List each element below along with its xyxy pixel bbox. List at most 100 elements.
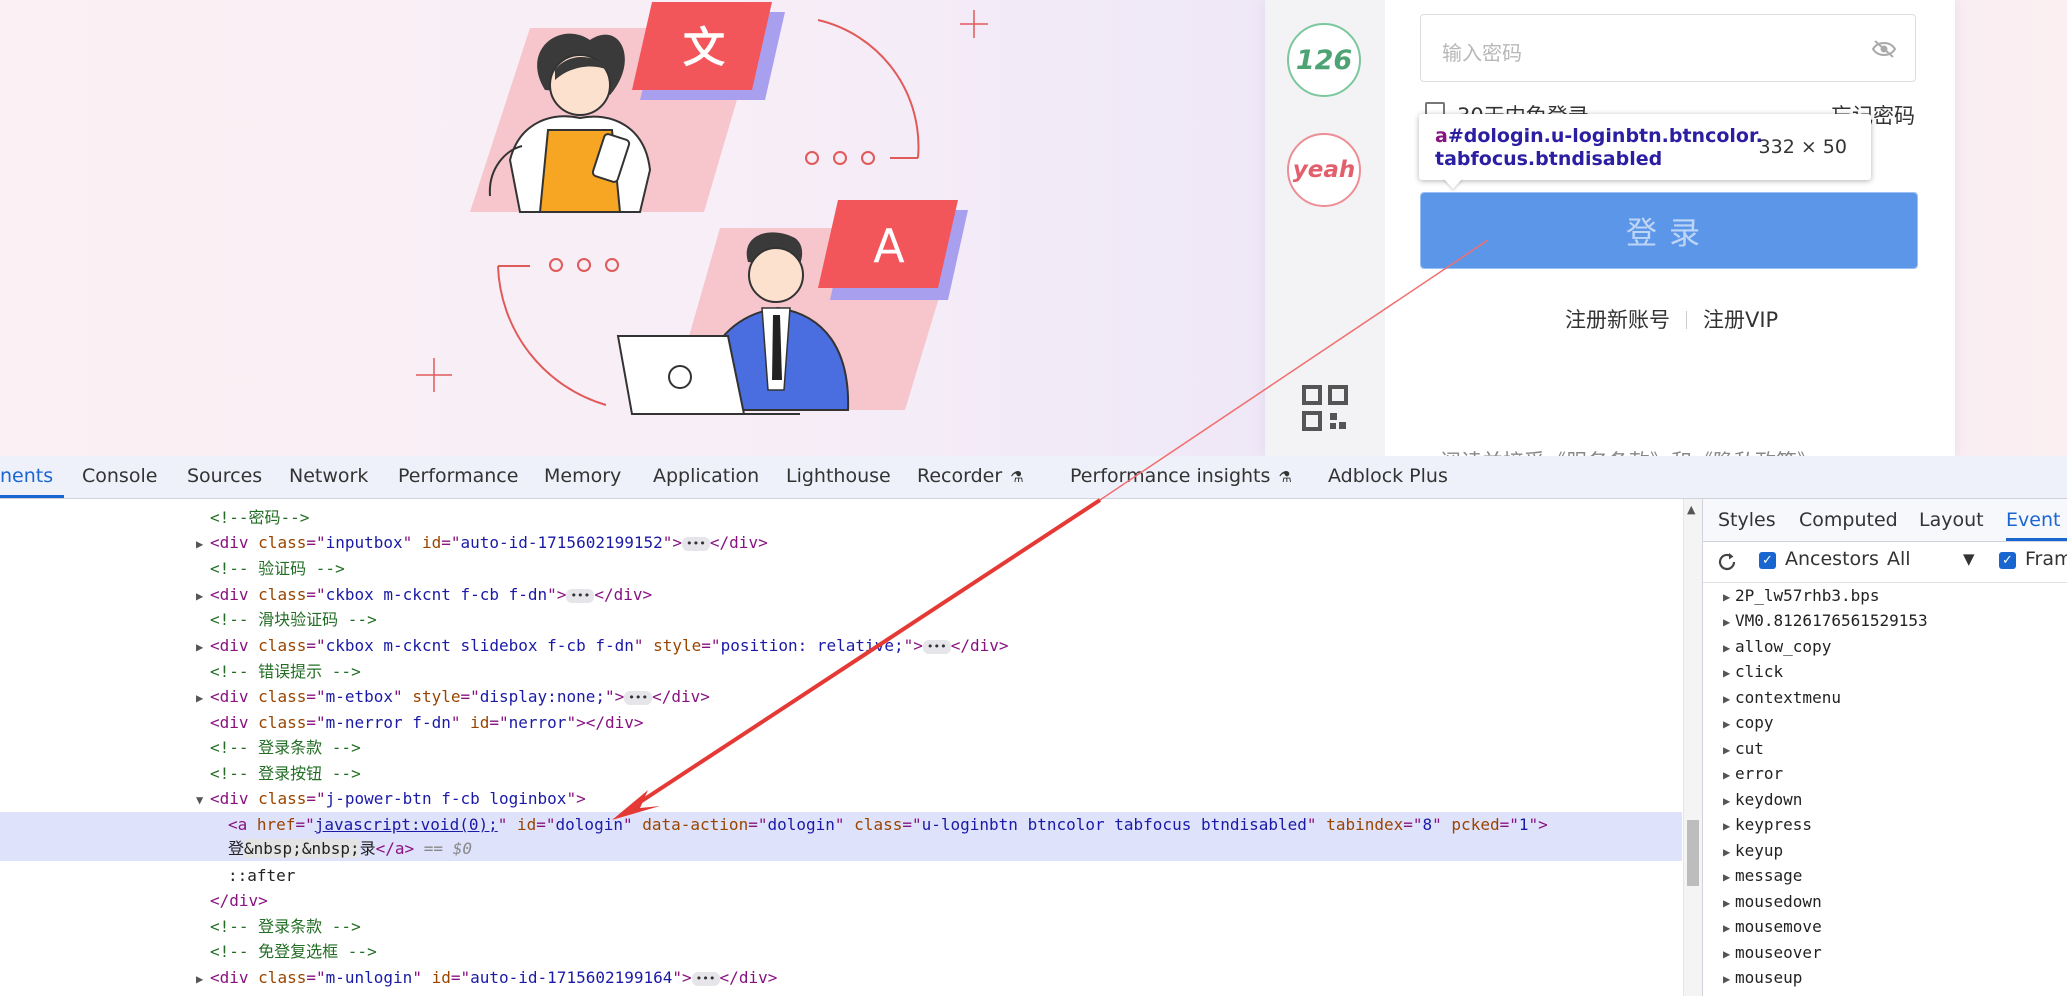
expand-triangle-icon[interactable]: ▶ <box>196 532 210 557</box>
tab-network[interactable]: Network <box>289 456 368 498</box>
expand-triangle-icon[interactable]: ▶ <box>196 967 210 992</box>
expand-triangle-icon[interactable]: ▶ <box>1723 942 1735 967</box>
ellipsis-icon[interactable]: ••• <box>624 691 653 705</box>
tab-styles[interactable]: Styles <box>1718 499 1776 541</box>
ellipsis-icon[interactable]: ••• <box>691 972 720 986</box>
dom-comment[interactable]: <!-- 免登复选框 --> <box>210 939 377 964</box>
dom-node-etbox[interactable]: ▶ <div class="m-etbox" style="display:non… <box>196 684 710 709</box>
dom-comment[interactable]: <!-- 登录按钮 --> <box>210 761 361 786</box>
event-item[interactable]: ▶ mousemove <box>1723 914 1822 939</box>
tab-console[interactable]: Console <box>82 456 157 498</box>
dropdown-arrow-icon[interactable]: ▼ <box>1963 550 1975 568</box>
filter-select[interactable]: All <box>1887 548 1911 570</box>
dom-comment[interactable]: <!-- 滑块验证码 --> <box>210 607 377 632</box>
devtools-side-pane: Styles Computed Layout Event L ✓ Ancesto… <box>1702 499 2067 996</box>
href-link[interactable]: javascript:void(0); <box>315 815 498 834</box>
ellipsis-icon[interactable]: ••• <box>566 589 595 603</box>
expand-triangle-icon[interactable]: ▶ <box>196 584 210 609</box>
mail-yeah-logo[interactable]: yeah <box>1287 133 1361 207</box>
event-item[interactable]: ▶ mousedown <box>1723 889 1822 914</box>
register-account-link[interactable]: 注册新账号 <box>1565 308 1670 332</box>
expand-triangle-icon[interactable]: ▶ <box>196 686 210 711</box>
event-item[interactable]: ▶ error <box>1723 761 1783 786</box>
dom-node-nerror[interactable]: <div class="m-nerror f-dn" id="nerror"><… <box>210 710 644 735</box>
event-item[interactable]: ▶ click <box>1723 659 1783 684</box>
expand-triangle-icon[interactable]: ▶ <box>1723 789 1735 814</box>
dom-node-dologin-text[interactable]: 登&nbsp;&nbsp;录</a> == $0 <box>0 836 1682 861</box>
event-item[interactable]: ▶ mouseup <box>1723 965 1802 990</box>
expand-triangle-icon[interactable]: ▶ <box>1723 865 1735 890</box>
dom-node-ckbox[interactable]: ▶ <div class="ckbox m-ckcnt f-cb f-dn"> ••… <box>196 582 652 607</box>
dom-node-inputbox[interactable]: ▶ <div class="inputbox" id="auto-id-17156… <box>196 530 768 555</box>
tab-layout[interactable]: Layout <box>1919 499 1984 541</box>
ancestors-checkbox[interactable]: ✓ <box>1759 552 1776 569</box>
experimental-flask-icon: ⚗ <box>1010 468 1024 486</box>
expand-triangle-icon[interactable]: ▶ <box>1723 763 1735 788</box>
tab-sources[interactable]: Sources <box>187 456 262 498</box>
expand-triangle-icon[interactable]: ▶ <box>1723 687 1735 712</box>
tab-lighthouse[interactable]: Lighthouse <box>786 456 891 498</box>
login-button[interactable]: 登录 <box>1420 192 1918 269</box>
dom-node-slidebox[interactable]: ▶ <div class="ckbox m-ckcnt slidebox f-cb… <box>196 633 1009 658</box>
event-item[interactable]: ▶ copy <box>1723 710 1774 735</box>
tab-elements[interactable]: nents <box>0 456 64 498</box>
event-item[interactable]: ▶ keypress <box>1723 812 1812 837</box>
event-item[interactable]: ▶ keyup <box>1723 838 1783 863</box>
dom-comment[interactable]: <!-- 错误提示 --> <box>210 659 361 684</box>
event-item[interactable]: ▶ mouseover <box>1723 940 1822 965</box>
expand-triangle-icon[interactable]: ▶ <box>1723 840 1735 865</box>
tab-application[interactable]: Application <box>653 456 759 498</box>
expand-triangle-icon[interactable]: ▶ <box>1723 967 1735 992</box>
tab-performance[interactable]: Performance <box>398 456 518 498</box>
tab-performance-insights[interactable]: Performance insights ⚗ <box>1070 456 1292 498</box>
elements-scrollbar[interactable]: ▲ <box>1683 499 1702 996</box>
dom-node-unlogin[interactable]: ▶ <div class="m-unlogin" id="auto-id-1715… <box>196 965 777 990</box>
refresh-icon[interactable] <box>1716 551 1738 573</box>
framework-checkbox[interactable]: ✓ <box>1999 552 2016 569</box>
dom-close-div[interactable]: </div> <box>210 888 268 913</box>
expand-triangle-icon[interactable]: ▶ <box>196 635 210 660</box>
dom-comment[interactable]: <!--密码--> <box>210 505 309 530</box>
hide-password-eye-icon[interactable] <box>1871 39 1897 59</box>
expand-triangle-icon[interactable]: ▶ <box>1723 661 1735 686</box>
event-item[interactable]: ▶ contextmenu <box>1723 685 1841 710</box>
tooltip-selector-text: #dologin.u-loginbtn.btncolor.tabfocus.bt… <box>1435 125 1763 170</box>
tab-computed[interactable]: Computed <box>1799 499 1898 541</box>
expand-triangle-icon[interactable]: ▶ <box>1723 814 1735 839</box>
tab-adblock-plus[interactable]: Adblock Plus <box>1328 456 1448 498</box>
event-item[interactable]: ▶ keydown <box>1723 787 1802 812</box>
tab-event-listeners[interactable]: Event L <box>2006 499 2067 541</box>
scroll-up-icon[interactable]: ▲ <box>1687 503 1695 516</box>
elements-dom-tree[interactable]: <!--密码--> ▶ <div class="inputbox" id="aut… <box>0 499 1682 996</box>
event-item[interactable]: ▶ message <box>1723 863 1802 888</box>
password-input[interactable]: 输入密码 <box>1420 14 1916 82</box>
expand-triangle-icon[interactable]: ▶ <box>1723 738 1735 763</box>
event-item[interactable]: ▶ allow_copy <box>1723 634 1831 659</box>
scrollbar-thumb[interactable] <box>1687 820 1699 886</box>
tab-recorder[interactable]: Recorder ⚗ <box>917 456 1024 498</box>
tab-memory[interactable]: Memory <box>544 456 621 498</box>
mail-126-logo[interactable]: 126 <box>1287 23 1361 97</box>
experimental-flask-icon: ⚗ <box>1278 468 1292 486</box>
register-vip-link[interactable]: 注册VIP <box>1703 308 1778 332</box>
dom-node-power-btn[interactable]: ▼ <div class="j-power-btn f-cb loginbox"> <box>196 786 586 811</box>
event-item[interactable]: ▶ VM0.8126176561529153 <box>1723 608 1928 633</box>
event-item[interactable]: ▶ cut <box>1723 736 1764 761</box>
devtools-panel: nents Console Sources Network Performanc… <box>0 456 2067 996</box>
expand-triangle-icon[interactable]: ▶ <box>1723 916 1735 941</box>
expand-triangle-icon[interactable]: ▶ <box>1723 585 1735 610</box>
dom-pseudo-after[interactable]: ::after <box>228 863 295 888</box>
dom-comment[interactable]: <!-- 验证码 --> <box>210 556 345 581</box>
ellipsis-icon[interactable]: ••• <box>922 640 951 654</box>
collapse-triangle-icon[interactable]: ▼ <box>196 788 210 813</box>
dom-node-dologin-selected[interactable]: <a href="javascript:void(0);" id="dologi… <box>0 812 1682 837</box>
qr-code-icon[interactable] <box>1302 385 1348 431</box>
expand-triangle-icon[interactable]: ▶ <box>1723 712 1735 737</box>
dom-comment[interactable]: <!-- 登录条款 --> <box>210 735 361 760</box>
expand-triangle-icon[interactable]: ▶ <box>1723 610 1735 635</box>
event-item[interactable]: ▶ 2P_lw57rhb3.bps <box>1723 583 1880 608</box>
ellipsis-icon[interactable]: ••• <box>682 537 710 551</box>
dom-comment[interactable]: <!-- 登录条款 --> <box>210 914 361 939</box>
expand-triangle-icon[interactable]: ▶ <box>1723 636 1735 661</box>
expand-triangle-icon[interactable]: ▶ <box>1723 891 1735 916</box>
